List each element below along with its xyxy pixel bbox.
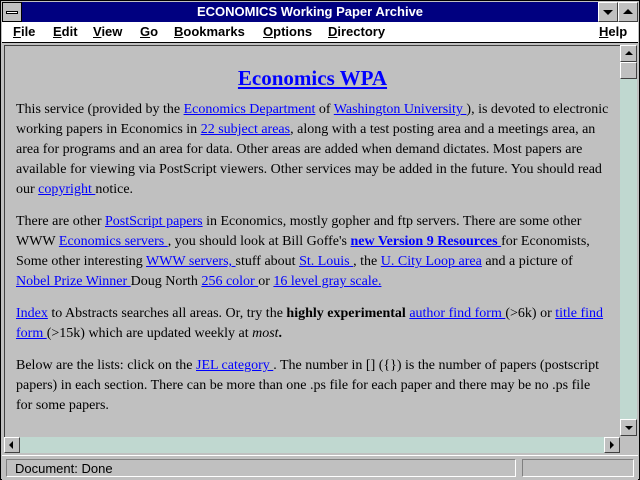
menu-go[interactable]: Go	[140, 22, 158, 42]
new-version-resources-link[interactable]: new Version 9 Resources	[350, 234, 501, 249]
scroll-right-button[interactable]	[604, 437, 620, 453]
text: .	[278, 326, 283, 341]
document-body: Economics WPA This service (provided by …	[5, 68, 620, 416]
text: to Abstracts searches all areas. Or, try…	[47, 306, 287, 321]
arrow-right-icon	[610, 441, 614, 449]
author-find-form-link[interactable]: author find form	[409, 306, 505, 321]
scroll-down-button[interactable]	[620, 419, 637, 436]
subject-areas-link[interactable]: 22 subject areas	[201, 122, 290, 137]
text: or	[258, 274, 274, 289]
menu-edit[interactable]: Edit	[53, 22, 78, 42]
st-louis-link[interactable]: St. Louis	[299, 254, 353, 269]
text: and a picture of	[481, 254, 573, 269]
washington-university-link[interactable]: Washington University	[334, 102, 467, 117]
menu-bar: File Edit View Go Bookmarks Options Dire…	[2, 22, 638, 43]
www-servers-link[interactable]: WWW servers,	[146, 254, 236, 269]
copyright-link[interactable]: copyright	[38, 182, 95, 197]
gray-scale-link[interactable]: 16 level gray scale.	[273, 274, 381, 289]
menu-directory[interactable]: Directory	[328, 22, 385, 42]
maximize-icon	[623, 9, 633, 14]
text: This service (provided by the	[16, 102, 184, 117]
system-menu-button[interactable]	[2, 2, 22, 22]
scrollbar-corner	[620, 437, 637, 453]
status-text: Document: Done	[6, 459, 516, 477]
arrow-left-icon	[9, 441, 13, 449]
window-title: ECONOMICS Working Paper Archive	[196, 4, 424, 19]
maximize-button[interactable]	[618, 2, 638, 22]
vertical-scroll-thumb[interactable]	[620, 62, 637, 79]
minimize-button[interactable]	[598, 2, 618, 22]
progress-indicator	[522, 459, 634, 477]
postscript-papers-link[interactable]: PostScript papers	[105, 214, 203, 229]
intro-paragraph: This service (provided by the Economics …	[16, 100, 609, 200]
search-paragraph: Index to Abstracts searches all areas. O…	[16, 304, 609, 344]
text: , you should look at Bill Goffe's	[167, 234, 351, 249]
minimize-icon	[603, 10, 613, 15]
lists-paragraph: Below are the lists: click on the JEL ca…	[16, 356, 609, 416]
menu-options[interactable]: Options	[263, 22, 312, 42]
status-bar: Document: Done	[2, 455, 638, 480]
vertical-scrollbar[interactable]	[620, 45, 637, 436]
resources-paragraph: There are other PostScript papers in Eco…	[16, 212, 609, 292]
text: (>6k) or	[505, 306, 556, 321]
jel-category-link[interactable]: JEL category	[196, 358, 273, 373]
bold-text: highly experimental	[286, 306, 406, 321]
title-bar[interactable]: ECONOMICS Working Paper Archive	[2, 2, 638, 22]
system-menu-icon	[6, 11, 18, 14]
text: notice.	[95, 182, 134, 197]
document-view[interactable]: Economics WPA This service (provided by …	[4, 45, 620, 437]
text: stuff about	[235, 254, 300, 269]
menu-view[interactable]: View	[93, 22, 122, 42]
economics-department-link[interactable]: Economics Department	[184, 102, 316, 117]
menu-file[interactable]: File	[13, 22, 35, 42]
text: , the	[353, 254, 381, 269]
text: of	[315, 102, 334, 117]
browser-window: ECONOMICS Working Paper Archive File Edi…	[0, 0, 640, 480]
text: Below are the lists: click on the	[16, 358, 197, 373]
arrow-up-icon	[625, 51, 633, 55]
italic-text: most	[252, 326, 279, 341]
color-256-link[interactable]: 256 color	[201, 274, 258, 289]
heading-link[interactable]: Economics WPA	[238, 66, 387, 90]
menu-help[interactable]: Help	[599, 22, 627, 42]
text: (>15k) which are updated weekly at	[46, 326, 253, 341]
text: There are other	[16, 214, 105, 229]
arrow-down-icon	[625, 426, 633, 430]
u-city-loop-link[interactable]: U. City Loop area	[381, 254, 482, 269]
text: Doug North	[130, 274, 202, 289]
nobel-prize-winner-link[interactable]: Nobel Prize Winner	[16, 274, 131, 289]
horizontal-scrollbar[interactable]	[4, 437, 620, 453]
menu-bookmarks[interactable]: Bookmarks	[174, 22, 245, 42]
scroll-up-button[interactable]	[620, 45, 637, 62]
scroll-left-button[interactable]	[4, 437, 20, 453]
page-heading: Economics WPA	[16, 66, 609, 90]
index-link[interactable]: Index	[16, 306, 48, 321]
economics-servers-link[interactable]: Economics servers	[59, 234, 168, 249]
